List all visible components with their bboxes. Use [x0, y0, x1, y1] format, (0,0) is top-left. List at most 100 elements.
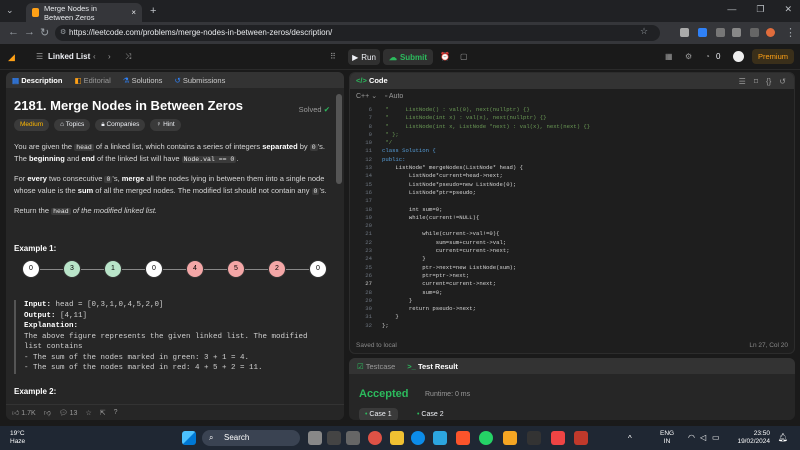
profile-avatar[interactable] — [766, 28, 775, 37]
companies-tag[interactable]: 🔒︎ Companies — [95, 119, 146, 131]
tab-submissions[interactable]: ↺ Submissions — [174, 76, 225, 85]
bookmark-star-icon[interactable]: ☆ — [640, 26, 648, 37]
shuffle-icon[interactable]: ⤨ — [125, 52, 131, 62]
battery-icon[interactable]: ▭ — [712, 433, 720, 442]
site-info-icon[interactable]: ⚙ — [60, 28, 66, 36]
browser-tab[interactable]: Merge Nodes in Between Zeros × — [26, 3, 142, 22]
star-icon[interactable]: ☆ — [85, 409, 91, 417]
tab-close-icon[interactable]: × — [131, 8, 136, 17]
tab-test-result[interactable]: >_ Test Result — [407, 362, 458, 371]
task-view-icon[interactable] — [308, 431, 322, 445]
edge-icon[interactable] — [411, 431, 425, 445]
line-number: 21 — [365, 230, 372, 238]
bookmark-icon[interactable]: ⌑ — [754, 74, 758, 90]
settings-icon[interactable]: ⚙ — [685, 52, 692, 61]
case-2-button[interactable]: • Case 2 — [411, 408, 450, 420]
text: of the linked list will have — [94, 154, 182, 163]
app-icon[interactable] — [574, 431, 588, 445]
tray-chevron-icon[interactable]: ^ — [628, 434, 632, 443]
app-icon[interactable] — [527, 431, 541, 445]
language-select[interactable]: C++ ⌄ — [356, 93, 377, 100]
editorial-icon: ◧ — [74, 75, 82, 85]
code-line: 15 ListNode*pseudo=new ListNode(0); — [352, 181, 792, 189]
weather-widget[interactable]: 19°C Haze — [10, 430, 25, 446]
drag-handle-icon[interactable]: ⠿ — [330, 52, 336, 61]
brave-icon[interactable] — [456, 431, 470, 445]
runtime-text: Runtime: 0 ms — [425, 391, 471, 398]
comments-button[interactable]: 💬︎ 13 — [59, 409, 78, 417]
app-icon[interactable] — [346, 431, 360, 445]
new-tab-button[interactable]: + — [150, 5, 156, 17]
like-button[interactable]: 👍︎ 1.7K — [12, 408, 36, 417]
fire-streak-icon[interactable]: ◔ — [705, 52, 710, 61]
line-number: 23 — [365, 247, 372, 255]
language-label: C++ — [356, 93, 370, 100]
user-avatar[interactable] — [733, 51, 744, 62]
app-icon[interactable] — [433, 431, 447, 445]
hint-label: Hint — [163, 121, 175, 128]
prev-problem-icon[interactable]: ‹ — [93, 52, 96, 61]
next-problem-icon[interactable]: › — [108, 52, 111, 61]
extension-icon[interactable] — [680, 28, 689, 37]
reload-icon[interactable]: ↻ — [40, 26, 49, 39]
notes-icon[interactable]: ▢ — [460, 52, 468, 61]
share-icon[interactable]: ⇱ — [100, 409, 106, 417]
submit-button[interactable]: ☁ Submit — [383, 49, 433, 65]
format-icon[interactable]: ☰ — [739, 74, 746, 90]
reset-icon[interactable]: ↺ — [779, 74, 786, 90]
timer-icon[interactable]: ⏰ — [440, 52, 450, 61]
minimize-icon[interactable]: — — [727, 4, 736, 15]
problem-list-title[interactable]: Linked List — [48, 52, 90, 61]
tab-search-icon[interactable]: ⌄ — [6, 5, 14, 16]
forward-icon[interactable]: → — [24, 26, 35, 38]
tab-description[interactable]: ▤ Description — [12, 76, 62, 85]
help-icon[interactable]: ? — [114, 409, 118, 416]
sidepanel-icon[interactable] — [750, 28, 759, 37]
auto-mode[interactable]: ▫ Auto — [385, 93, 403, 100]
braces-icon[interactable]: {} — [766, 74, 771, 90]
run-button[interactable]: ▶ Run — [348, 49, 380, 65]
extension-icon[interactable] — [698, 28, 707, 37]
tab-solutions[interactable]: ⚗ Solutions — [123, 76, 163, 85]
description-scrollbar[interactable] — [336, 94, 342, 184]
list-node: 1 — [104, 260, 122, 278]
close-window-icon[interactable]: ✕ — [784, 4, 792, 15]
difficulty-badge: Medium — [14, 119, 50, 131]
dislike-icon[interactable]: 👎︎ — [44, 408, 51, 417]
menu-icon[interactable]: ⋮ — [785, 26, 796, 39]
flask-icon: ⚗ — [122, 75, 130, 85]
url-input[interactable]: https://leetcode.com/problems/merge-node… — [55, 25, 660, 41]
widgets-icon[interactable] — [327, 431, 341, 445]
clock[interactable]: 23:50 19/02/2024 — [737, 430, 770, 446]
chrome-icon[interactable] — [368, 431, 382, 445]
back-icon[interactable]: ← — [8, 26, 19, 38]
case-1-button[interactable]: • Case 1 — [359, 408, 398, 420]
list-icon[interactable]: ☰ — [36, 52, 43, 61]
extension-icon[interactable] — [716, 28, 725, 37]
file-explorer-icon[interactable] — [390, 431, 404, 445]
line-number: 27 — [365, 280, 372, 288]
taskbar-search[interactable]: ⌕ Search — [202, 430, 300, 446]
hint-tag[interactable]: ♀ Hint — [150, 119, 181, 131]
text: For — [14, 174, 28, 183]
premium-button[interactable]: Premium — [752, 49, 794, 64]
line-number: 32 — [365, 321, 372, 329]
language-indicator[interactable]: ENG IN — [660, 430, 674, 446]
windows-start-icon[interactable] — [182, 431, 196, 445]
app-icon[interactable] — [551, 431, 565, 445]
extension-icon[interactable] — [732, 28, 741, 37]
tab-editorial[interactable]: ◧ Editorial — [74, 76, 110, 85]
volume-icon[interactable]: ◁ — [700, 433, 706, 442]
code-lines[interactable]: 6 * ListNode() : val(0), next(nullptr) {… — [352, 106, 792, 330]
whatsapp-icon[interactable] — [479, 431, 493, 445]
line-number: 19 — [365, 213, 372, 221]
maximize-icon[interactable]: ❐ — [756, 4, 764, 15]
topics-tag[interactable]: ⌂ Topics — [54, 119, 91, 131]
example-1-heading: Example 1: — [14, 244, 57, 253]
wifi-icon[interactable]: ◠ — [688, 433, 695, 442]
app-icon[interactable] — [503, 431, 517, 445]
leetcode-logo-icon[interactable]: ◢ — [8, 52, 15, 63]
layout-icon[interactable]: ▦ — [665, 52, 673, 61]
tab-testcase[interactable]: ☑ Testcase — [357, 362, 395, 371]
notification-bell-icon[interactable]: 🔔︎ — [778, 433, 788, 442]
